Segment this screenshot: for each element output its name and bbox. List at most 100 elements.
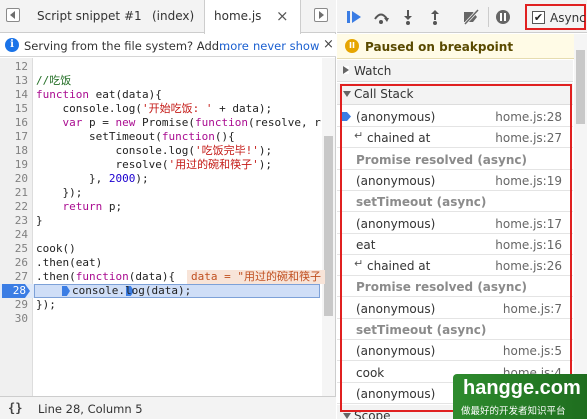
code-line[interactable]: 30 — [0, 312, 320, 326]
code-line[interactable]: 13 //吃饭 — [0, 74, 320, 88]
line-number[interactable]: 29 — [0, 298, 28, 312]
code-line[interactable]: 18 console.log('吃饭完毕!'); — [0, 144, 320, 158]
pause-on-exceptions-icon[interactable] — [494, 9, 512, 25]
call-frame-name: Promise resolved (async) — [356, 280, 528, 295]
code-line[interactable]: 16 var p = new Promise(function(resolve,… — [0, 116, 321, 130]
line-number[interactable]: 19 — [0, 158, 28, 172]
call-frame-name: Promise resolved (async) — [356, 152, 528, 167]
code-text: setTimeout(function(){ — [36, 130, 235, 143]
tab-home-js[interactable]: home.js × — [204, 0, 301, 34]
call-frame[interactable]: (anonymous) home.js:17 — [337, 213, 573, 234]
code-line[interactable]: 23} — [0, 214, 320, 228]
call-frame-location[interactable]: home.js:27 — [495, 131, 562, 145]
code-line[interactable]: 12 — [0, 60, 320, 74]
pretty-print-button[interactable]: {} — [8, 401, 22, 415]
code-line[interactable]: 27 .then(function(data){data = "用过的碗和筷子 — [0, 270, 325, 284]
call-frame-location[interactable]: home.js:7 — [503, 302, 562, 316]
line-number[interactable]: 21 — [0, 186, 28, 200]
call-frame-location[interactable]: home.js:16 — [495, 238, 562, 252]
call-frame-location[interactable]: home.js:26 — [495, 259, 562, 273]
line-number[interactable]: 14 — [0, 88, 28, 102]
line-number[interactable]: 30 — [0, 312, 28, 326]
call-frame-location[interactable]: home.js:28 — [495, 110, 562, 124]
call-frame[interactable]: ↵ chained at home.js:26 — [337, 255, 573, 277]
breakpoint-marker[interactable]: 28 — [2, 284, 30, 298]
toggle-debugger-icon[interactable] — [314, 8, 328, 22]
code-editor[interactable]: 12 13//吃饭 14 function eat(data){15 console.… — [0, 58, 336, 396]
code-line[interactable]: 22 return p; — [0, 200, 320, 214]
info-icon: i — [5, 38, 19, 52]
code-line[interactable]: 20 }, 2000); — [0, 172, 320, 186]
code-line[interactable]: 21 }); — [0, 186, 320, 200]
tab-home-js-label: home.js — [214, 9, 262, 23]
code-line[interactable]: 24 — [0, 228, 320, 242]
call-frame[interactable]: (anonymous) home.js:28 — [337, 106, 573, 127]
chained-icon: ↵ — [354, 257, 364, 271]
code-line[interactable]: 14 function eat(data){ — [0, 88, 320, 102]
code-line[interactable]: 29}); — [0, 298, 320, 312]
tab-script-snippet[interactable]: Script snippet #1 — [37, 0, 142, 33]
code-text: }); — [36, 298, 56, 311]
never-show-link[interactable]: never show — [253, 39, 319, 53]
editor-scrollbar[interactable] — [322, 58, 335, 396]
code-line[interactable]: 25 cook() — [0, 242, 320, 256]
call-frame[interactable]: eat home.js:16 — [337, 234, 573, 255]
call-frame-name: chained at — [367, 131, 431, 146]
async-separator: Promise resolved (async) — [337, 276, 573, 298]
info-bar: i Serving from the file system? Add... m… — [0, 34, 336, 57]
line-number[interactable]: 18 — [0, 144, 28, 158]
call-frame-location[interactable]: home.js:5 — [503, 344, 562, 358]
debugger-toolbar: ✔ Async — [337, 0, 587, 33]
call-frame-name: eat — [356, 237, 376, 252]
debugger-scrollbar[interactable] — [574, 34, 587, 419]
call-frame[interactable]: (anonymous) home.js:7 — [337, 298, 573, 319]
call-frame[interactable]: (anonymous) home.js:19 — [337, 170, 573, 191]
line-number[interactable]: 24 — [0, 228, 28, 242]
code-line[interactable]: 17 setTimeout(function(){ — [0, 130, 320, 144]
debugger-scrollbar-thumb[interactable] — [576, 50, 585, 124]
line-number[interactable]: 12 — [0, 60, 28, 74]
toggle-navigator-icon[interactable] — [6, 8, 20, 22]
watch-section-header[interactable]: Watch — [337, 60, 573, 82]
step-out-icon[interactable] — [426, 9, 444, 25]
line-number[interactable]: 27 — [0, 270, 28, 284]
call-frame-name: setTimeout (async) — [356, 323, 487, 337]
call-frame[interactable]: (anonymous) home.js:5 — [337, 340, 573, 362]
step-over-icon[interactable] — [372, 9, 390, 25]
callstack-section-header[interactable]: Call Stack — [337, 83, 573, 105]
async-toggle[interactable]: ✔ Async — [525, 4, 586, 30]
code-line[interactable]: 15 console.log('开始吃饭: ' + data); — [0, 102, 320, 116]
line-number[interactable]: 15 — [0, 102, 28, 116]
line-number[interactable]: 20 — [0, 172, 28, 186]
line-number[interactable]: 13 — [0, 74, 28, 88]
code-line[interactable]: 19 resolve('用过的碗和筷子'); — [0, 158, 320, 172]
async-separator: setTimeout (async) — [337, 319, 573, 340]
code-text: var p = new Promise(function(resolve, r — [62, 116, 321, 129]
tab-index[interactable]: (index) — [152, 0, 194, 33]
step-into-icon[interactable] — [399, 9, 417, 25]
async-checkbox[interactable]: ✔ — [532, 11, 545, 24]
line-number[interactable]: 22 — [0, 200, 28, 214]
line-number[interactable]: 26 — [0, 256, 28, 270]
editor-scrollbar-thumb[interactable] — [324, 136, 333, 316]
collapse-triangle-icon — [343, 413, 351, 419]
more-link[interactable]: more — [219, 39, 249, 53]
resume-icon[interactable] — [345, 9, 363, 25]
watermark-subtitle: 做最好的开发者知识平台 — [461, 406, 566, 417]
current-frame-icon — [342, 112, 351, 121]
line-number[interactable]: 23 — [0, 214, 28, 228]
line-number[interactable]: 16 — [0, 116, 28, 130]
close-tab-icon[interactable]: × — [276, 0, 289, 33]
call-frame[interactable]: ↵ chained at home.js:27 — [337, 127, 573, 149]
code-line[interactable]: 28 console.log(data); — [0, 284, 320, 298]
line-number[interactable]: 25 — [0, 242, 28, 256]
pause-icon: II — [345, 39, 359, 53]
call-frame-name: (anonymous) — [356, 386, 436, 401]
line-number[interactable]: 17 — [0, 130, 28, 144]
call-frame-location[interactable]: home.js:17 — [495, 217, 562, 231]
code-line[interactable]: 26 .then(eat) — [0, 256, 320, 270]
call-frame-location[interactable]: home.js:19 — [495, 174, 562, 188]
close-infobar-icon[interactable]: × — [323, 37, 334, 52]
deactivate-breakpoints-icon[interactable] — [462, 9, 480, 25]
info-message: Serving from the file system? Add... — [24, 39, 231, 53]
